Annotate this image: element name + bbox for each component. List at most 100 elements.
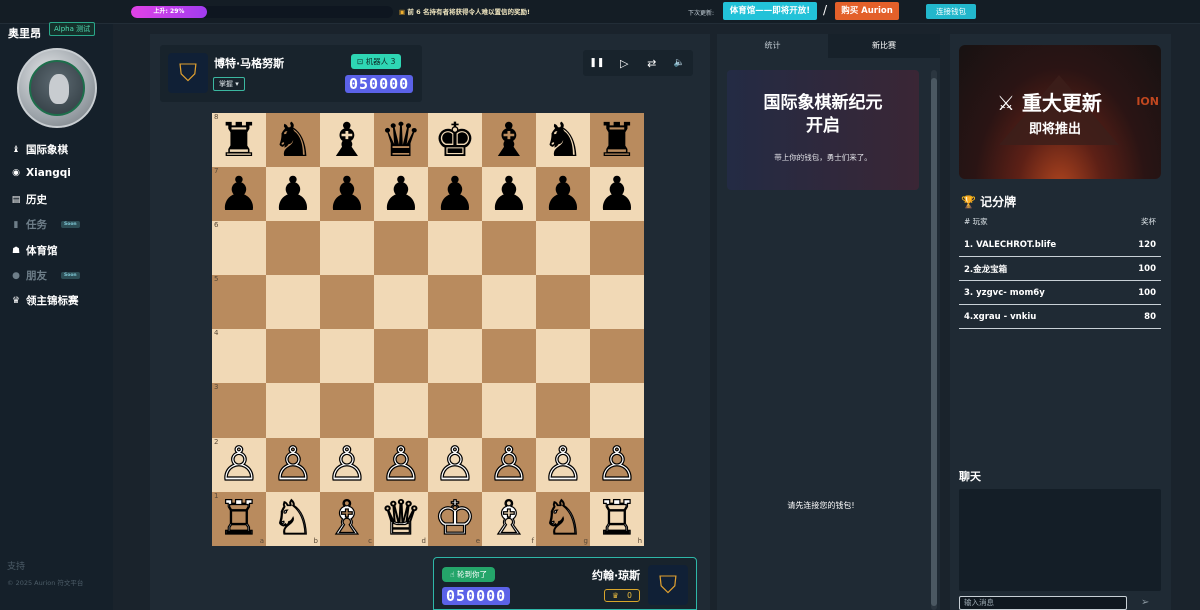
sidebar-item-6[interactable]: ♛ 领主锦标赛 bbox=[10, 293, 79, 308]
sidebar-item-5[interactable]: ● 朋友 Soon bbox=[10, 268, 80, 283]
chess-piece[interactable]: ♚ bbox=[434, 117, 476, 164]
board-square[interactable]: ♙ bbox=[482, 437, 536, 492]
board-square[interactable] bbox=[590, 329, 644, 384]
board-square[interactable] bbox=[266, 221, 320, 276]
board-square[interactable] bbox=[320, 383, 374, 438]
chess-piece[interactable]: ♜ bbox=[596, 117, 638, 164]
board-square[interactable] bbox=[374, 275, 428, 330]
difficulty-dropdown[interactable]: 掌握 ▾ bbox=[213, 77, 245, 91]
chess-piece[interactable]: ♞ bbox=[272, 117, 314, 164]
board-square[interactable]: ♟ bbox=[428, 167, 482, 222]
chess-piece[interactable]: ♗ bbox=[487, 495, 530, 543]
board-square[interactable]: ♝ bbox=[320, 113, 374, 168]
board-square[interactable]: 8 ♜ bbox=[212, 113, 266, 168]
chess-piece[interactable]: ♙ bbox=[541, 441, 584, 489]
board-square[interactable] bbox=[374, 221, 428, 276]
board-square[interactable]: b ♘ bbox=[266, 491, 320, 546]
chess-piece[interactable]: ♟ bbox=[272, 171, 314, 218]
board-square[interactable]: ♜ bbox=[590, 113, 644, 168]
board-square[interactable]: ♞ bbox=[266, 113, 320, 168]
update-banner[interactable]: ⚔ 重大更新 即将推出 ION bbox=[959, 45, 1161, 179]
connect-wallet-button[interactable]: 连接钱包 bbox=[926, 4, 976, 19]
board-square[interactable]: h ♖ bbox=[590, 491, 644, 546]
chess-piece[interactable]: ♟ bbox=[488, 171, 530, 218]
tab-new-game[interactable]: 新比赛 bbox=[828, 34, 940, 58]
board-square[interactable]: ♛ bbox=[374, 113, 428, 168]
sidebar-item-1[interactable]: ◉ Xiangqi bbox=[10, 167, 71, 179]
chess-piece[interactable]: ♖ bbox=[217, 495, 260, 543]
sidebar-item-2[interactable]: ▤ 历史 bbox=[10, 192, 47, 207]
chess-piece[interactable]: ♔ bbox=[433, 495, 476, 543]
chess-piece[interactable]: ♗ bbox=[325, 495, 368, 543]
board-square[interactable]: ♟ bbox=[320, 167, 374, 222]
board-square[interactable]: d ♕ bbox=[374, 491, 428, 546]
chess-piece[interactable]: ♞ bbox=[542, 117, 584, 164]
board-square[interactable]: g ♘ bbox=[536, 491, 590, 546]
chess-piece[interactable]: ♝ bbox=[326, 117, 368, 164]
board-square[interactable] bbox=[320, 275, 374, 330]
board-square[interactable]: ♟ bbox=[536, 167, 590, 222]
board-square[interactable]: 5 bbox=[212, 275, 266, 330]
board-square[interactable] bbox=[536, 383, 590, 438]
board-square[interactable] bbox=[590, 383, 644, 438]
board-square[interactable] bbox=[482, 275, 536, 330]
chess-piece[interactable]: ♙ bbox=[433, 441, 476, 489]
chess-piece[interactable]: ♘ bbox=[541, 495, 584, 543]
chess-piece[interactable]: ♙ bbox=[595, 441, 638, 489]
pause-icon[interactable]: ❚❚ bbox=[583, 50, 611, 76]
board-square[interactable]: ♝ bbox=[482, 113, 536, 168]
board-square[interactable] bbox=[590, 221, 644, 276]
board-square[interactable] bbox=[266, 329, 320, 384]
board-square[interactable] bbox=[590, 275, 644, 330]
chat-input[interactable]: 输入消息 bbox=[959, 596, 1127, 610]
send-icon[interactable]: ➢ bbox=[1141, 597, 1149, 608]
board-square[interactable]: 1 a ♖ bbox=[212, 491, 266, 546]
support-link[interactable]: 支持 bbox=[7, 559, 25, 572]
board-square[interactable]: ♟ bbox=[482, 167, 536, 222]
board-square[interactable]: ♚ bbox=[428, 113, 482, 168]
chess-piece[interactable]: ♖ bbox=[595, 495, 638, 543]
board-square[interactable]: e ♔ bbox=[428, 491, 482, 546]
flip-board-icon[interactable]: ⇄ bbox=[638, 50, 666, 76]
chess-board[interactable]: 8 ♜ ♞ ♝ ♛ ♚ ♝ ♞ ♜ 7 ♟ ♟ ♟ ♟ ♟ ♟ ♟ ♟ 6 5 4 3 2 ♙ ♙ ♙ ♙ ♙ ♙ ♙ ♙ 1 a ♖ b ♘ c ♗ d ♕… bbox=[212, 113, 644, 546]
chess-piece[interactable]: ♟ bbox=[326, 171, 368, 218]
chess-piece[interactable]: ♙ bbox=[217, 441, 260, 489]
chess-piece[interactable]: ♙ bbox=[271, 441, 314, 489]
chess-piece[interactable]: ♟ bbox=[218, 171, 260, 218]
board-square[interactable]: 3 bbox=[212, 383, 266, 438]
chess-piece[interactable]: ♝ bbox=[488, 117, 530, 164]
board-square[interactable] bbox=[536, 275, 590, 330]
sound-icon[interactable]: 🔈 bbox=[666, 50, 694, 76]
sidebar-item-3[interactable]: ▮ 任务 Soon bbox=[10, 217, 80, 232]
board-square[interactable] bbox=[320, 329, 374, 384]
chess-piece[interactable]: ♟ bbox=[434, 171, 476, 218]
board-square[interactable]: ♟ bbox=[374, 167, 428, 222]
board-square[interactable]: ♟ bbox=[266, 167, 320, 222]
chess-piece[interactable]: ♙ bbox=[379, 441, 422, 489]
board-square[interactable]: ♙ bbox=[320, 437, 374, 492]
scrollbar-thumb[interactable] bbox=[931, 78, 937, 606]
board-square[interactable]: f ♗ bbox=[482, 491, 536, 546]
buy-aurion-button[interactable]: 购买 Aurion bbox=[835, 2, 899, 20]
board-square[interactable] bbox=[482, 329, 536, 384]
sidebar-item-4[interactable]: ☗ 体育馆 bbox=[10, 243, 58, 258]
board-square[interactable] bbox=[536, 329, 590, 384]
board-square[interactable] bbox=[482, 221, 536, 276]
board-square[interactable] bbox=[428, 275, 482, 330]
chess-piece[interactable]: ♜ bbox=[218, 117, 260, 164]
board-square[interactable] bbox=[428, 383, 482, 438]
board-square[interactable] bbox=[320, 221, 374, 276]
sidebar-item-0[interactable]: ♝ 国际象棋 bbox=[10, 142, 68, 157]
chess-piece[interactable]: ♘ bbox=[271, 495, 314, 543]
board-square[interactable] bbox=[266, 383, 320, 438]
chess-piece[interactable]: ♛ bbox=[380, 117, 422, 164]
board-square[interactable]: ♙ bbox=[266, 437, 320, 492]
board-square[interactable] bbox=[374, 383, 428, 438]
board-square[interactable]: 7 ♟ bbox=[212, 167, 266, 222]
board-square[interactable]: ♙ bbox=[374, 437, 428, 492]
board-square[interactable] bbox=[266, 275, 320, 330]
board-square[interactable] bbox=[428, 329, 482, 384]
board-square[interactable]: ♟ bbox=[590, 167, 644, 222]
board-square[interactable] bbox=[536, 221, 590, 276]
brand-name[interactable]: 奥里昂 bbox=[8, 25, 41, 41]
